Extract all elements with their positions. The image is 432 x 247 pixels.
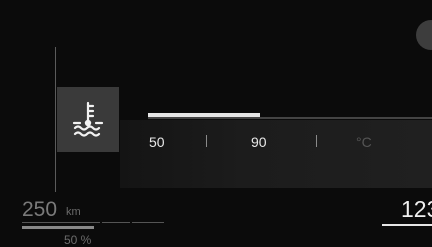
temperature-gauge-panel — [120, 120, 432, 188]
temperature-gauge-fill — [148, 113, 260, 117]
temperature-tick — [206, 135, 207, 147]
range-divider — [22, 222, 100, 223]
range-divider — [102, 222, 130, 223]
speed-underline — [382, 224, 432, 226]
temperature-label-high: 90 — [251, 134, 267, 150]
temperature-unit: °C — [356, 134, 372, 150]
fuel-level-bar — [22, 226, 94, 229]
speed-value: 123 — [401, 196, 432, 222]
instrument-cluster: 50 90 °C 250 km 50 % 123 — [0, 0, 432, 247]
range-divider — [132, 222, 164, 223]
fuel-percent: 50 % — [64, 233, 92, 247]
divider — [55, 47, 56, 192]
temperature-label-low: 50 — [149, 134, 165, 150]
coolant-temperature-icon — [72, 101, 104, 137]
status-indicator — [416, 20, 432, 50]
temperature-gauge-track — [148, 117, 432, 119]
temperature-tick — [316, 135, 317, 147]
range-value: 250 — [22, 198, 58, 221]
coolant-temperature-tile — [57, 87, 119, 152]
range-unit: km — [66, 206, 81, 218]
